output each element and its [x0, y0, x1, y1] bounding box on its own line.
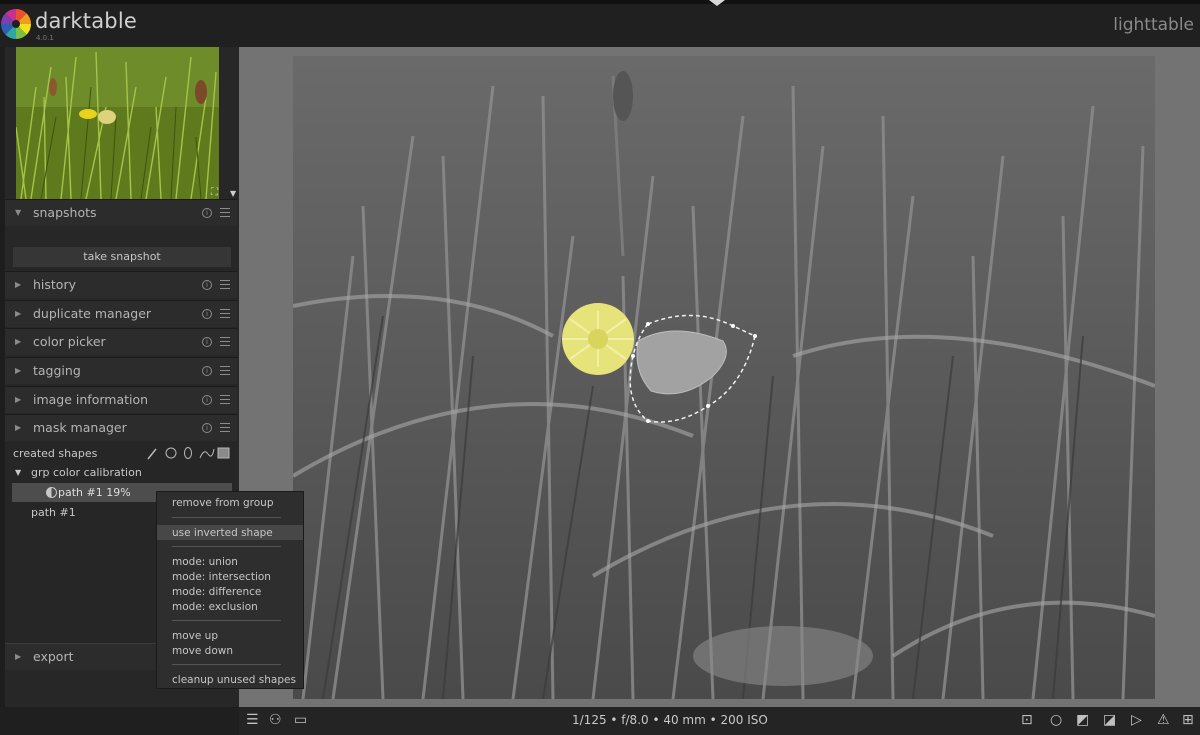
presets-menu-icon[interactable] — [220, 280, 230, 290]
chevron-down-icon[interactable]: ▼ — [15, 468, 21, 477]
color-circles-icon[interactable]: ⚇ — [269, 712, 282, 728]
reset-icon[interactable]: i — [202, 309, 212, 319]
menu-item-use-inverted-shape[interactable]: use inverted shape — [172, 527, 273, 539]
presets-menu-icon[interactable] — [220, 208, 230, 218]
softproof-icon[interactable]: ▷ — [1131, 712, 1142, 728]
shape-tools — [147, 447, 230, 460]
chevron-right-icon: ▶ — [15, 309, 22, 318]
reset-icon[interactable]: i — [202, 280, 212, 290]
menu-separator — [172, 546, 281, 547]
module-snapshots[interactable]: ▼ snapshots i — [5, 199, 237, 226]
bulb-icon[interactable]: ○ — [1050, 712, 1062, 728]
brush-icon[interactable] — [147, 448, 157, 460]
module-duplicate-manager[interactable]: ▶ duplicate manager i — [5, 300, 237, 327]
module-label: history — [33, 277, 76, 292]
ellipse-shape-icon[interactable] — [184, 447, 192, 459]
module-label: export — [33, 649, 74, 664]
path-shape-icon[interactable] — [199, 448, 215, 459]
circle-shape-icon[interactable] — [165, 447, 177, 459]
module-label: image information — [33, 392, 149, 407]
module-label: duplicate manager — [33, 306, 152, 321]
reset-icon[interactable]: i — [202, 423, 212, 433]
module-label: tagging — [33, 363, 81, 378]
menu-item-move-up[interactable]: move up — [172, 630, 218, 642]
app-title: darktable — [35, 9, 137, 33]
menu-separator — [172, 517, 281, 518]
module-image-information[interactable]: ▶ image information i — [5, 386, 237, 413]
reset-icon[interactable]: i — [202, 208, 212, 218]
focus-peaking-icon[interactable]: ⊡ — [1021, 712, 1033, 728]
selected-shape-label: path #1 19% — [58, 486, 131, 499]
shape-item[interactable]: path #1 — [31, 506, 76, 519]
top-header — [0, 0, 1200, 47]
chevron-right-icon: ▶ — [15, 337, 22, 346]
darktable-logo-icon — [1, 9, 31, 39]
module-label: mask manager — [33, 420, 127, 435]
menu-item-cleanup-unused-shapes[interactable]: cleanup unused shapes — [172, 674, 296, 686]
presets-menu-icon[interactable] — [220, 309, 230, 319]
chevron-right-icon: ▶ — [15, 366, 22, 375]
chevron-right-icon: ▶ — [15, 395, 22, 404]
presets-menu-icon[interactable] — [220, 395, 230, 405]
hamburger-icon[interactable]: ☰ — [246, 712, 259, 728]
module-label: color picker — [33, 334, 106, 349]
reset-icon[interactable]: i — [202, 395, 212, 405]
reset-icon[interactable]: i — [202, 366, 212, 376]
module-mask-manager[interactable]: ▶ mask manager i — [5, 414, 237, 441]
menu-item-remove-from-group[interactable]: remove from group — [172, 497, 273, 509]
chevron-right-icon: ▶ — [15, 652, 22, 661]
fullscreen-icon[interactable]: ⛶ — [211, 187, 218, 198]
menu-item-move-down[interactable]: move down — [172, 645, 233, 657]
module-tagging[interactable]: ▶ tagging i — [5, 357, 237, 384]
menu-item-mode-exclusion[interactable]: mode: exclusion — [172, 601, 258, 613]
grid-icon[interactable]: ⊞ — [1182, 712, 1194, 728]
gradient-shape-icon[interactable] — [217, 447, 230, 459]
inverted-half-circle-icon — [46, 487, 57, 498]
panel-collapse-top-icon[interactable] — [709, 0, 725, 6]
created-shapes-label: created shapes — [13, 447, 98, 460]
overexposed-icon[interactable]: ◪ — [1103, 712, 1116, 728]
app-version: 4.0.1 — [36, 34, 54, 42]
module-label: snapshots — [33, 205, 97, 220]
menu-item-mode-difference[interactable]: mode: difference — [172, 586, 261, 598]
menu-item-mode-intersection[interactable]: mode: intersection — [172, 571, 271, 583]
chevron-down-icon: ▼ — [15, 208, 22, 217]
reset-icon[interactable]: i — [202, 337, 212, 347]
module-history[interactable]: ▶ history i — [5, 271, 237, 298]
presets-menu-icon[interactable] — [220, 366, 230, 376]
exif-info: 1/125 • f/8.0 • 40 mm • 200 ISO — [572, 713, 768, 727]
navigation-thumbnail[interactable] — [16, 47, 219, 199]
chevron-right-icon: ▶ — [15, 423, 22, 432]
take-snapshot-button[interactable]: take snapshot — [13, 247, 231, 267]
menu-separator — [172, 664, 281, 665]
module-color-picker[interactable]: ▶ color picker i — [5, 328, 237, 355]
image-canvas[interactable] — [293, 56, 1155, 699]
view-switcher-lighttable[interactable]: lighttable — [1113, 15, 1194, 35]
display-icon[interactable]: ▭ — [294, 712, 307, 728]
menu-separator — [172, 620, 281, 621]
mask-group[interactable]: grp color calibration — [31, 466, 142, 479]
chevron-down-icon[interactable]: ▼ — [230, 189, 236, 198]
presets-menu-icon[interactable] — [220, 423, 230, 433]
warning-icon[interactable]: ⚠ — [1157, 712, 1170, 728]
color-assessment-icon[interactable]: ◩ — [1076, 712, 1089, 728]
presets-menu-icon[interactable] — [220, 337, 230, 347]
chevron-right-icon: ▶ — [15, 280, 22, 289]
menu-item-mode-union[interactable]: mode: union — [172, 556, 238, 568]
